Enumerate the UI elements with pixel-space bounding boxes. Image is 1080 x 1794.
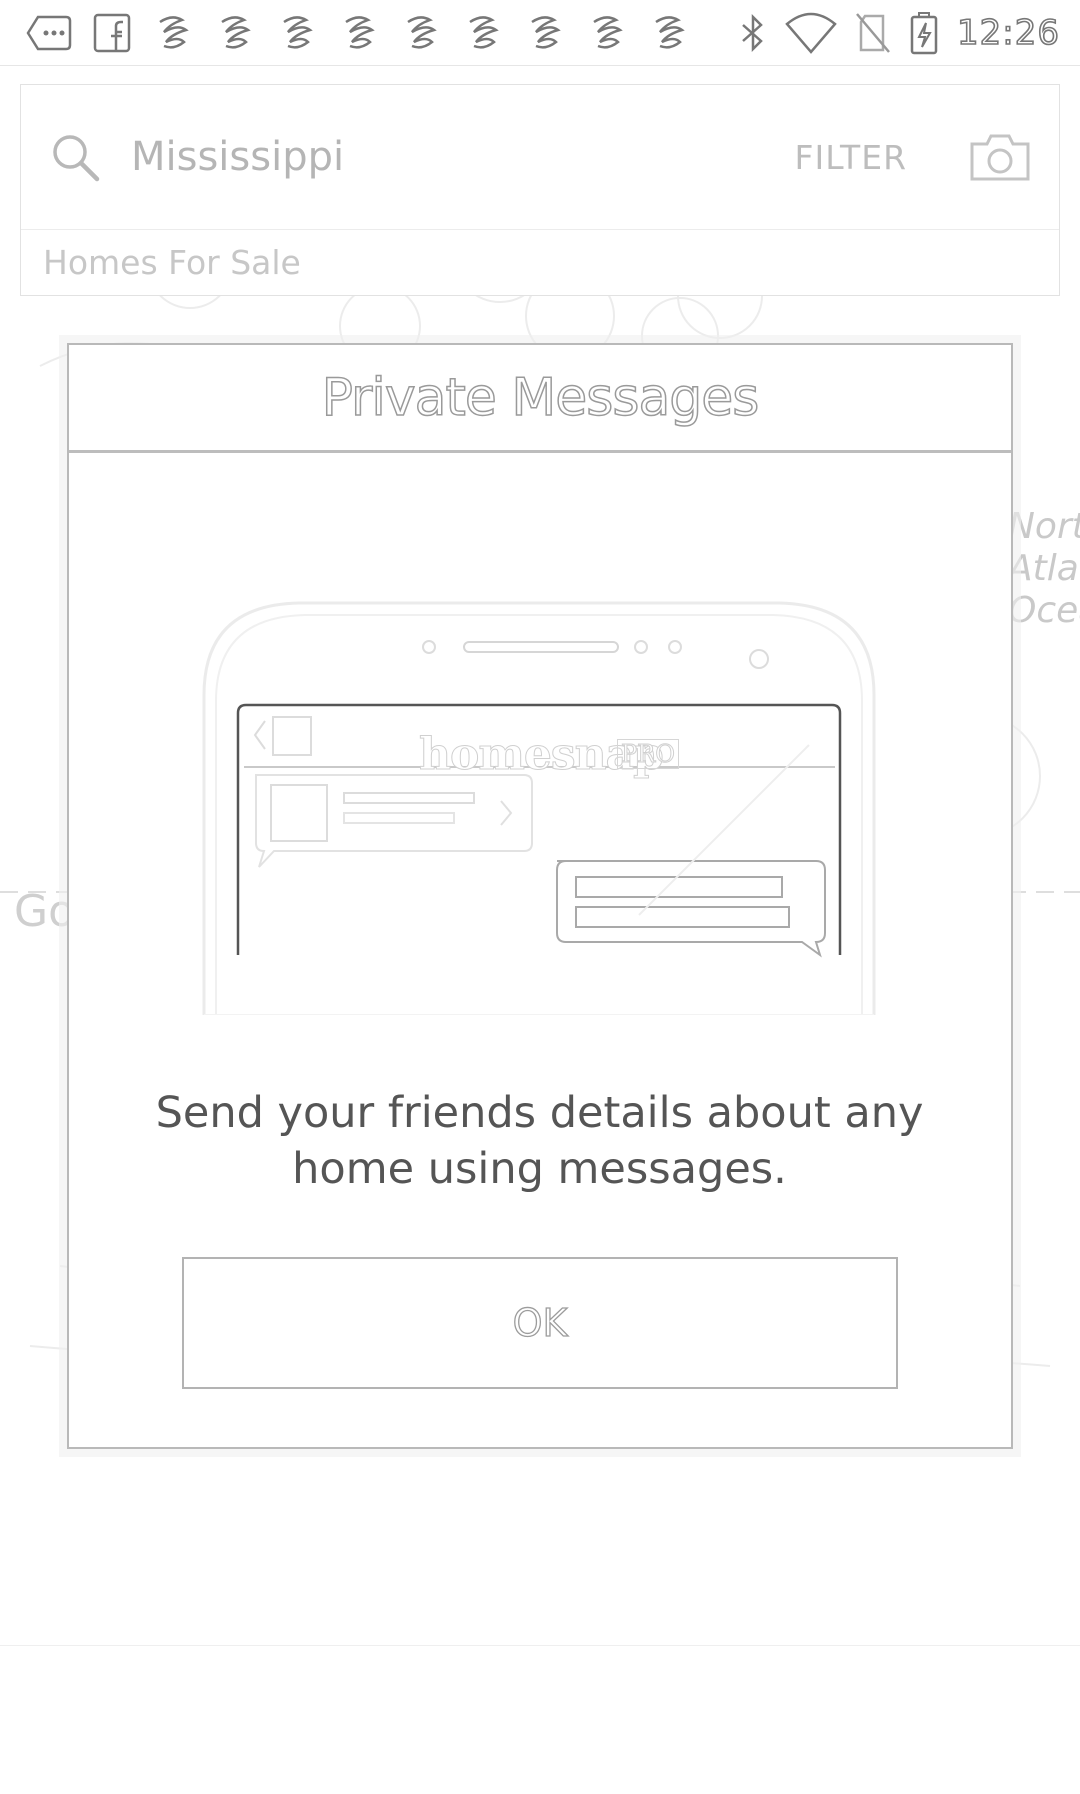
app-notification-icon: [338, 12, 380, 54]
search-card: Mississippi FILTER Homes For Sale: [20, 84, 1060, 296]
ocean-label-line: Ocea: [1008, 590, 1080, 631]
search-bar[interactable]: Mississippi FILTER: [21, 85, 1059, 230]
filter-button[interactable]: FILTER: [795, 138, 908, 177]
dialog-header: Private Messages: [69, 345, 1011, 453]
dialog-title: Private Messages: [321, 367, 760, 429]
dialog-message: Send your friends details about any home…: [155, 1088, 924, 1194]
battery-charging-icon: [909, 11, 939, 55]
phone-messages-illustration: [202, 601, 876, 1015]
ocean-label-line: Atlan: [1008, 548, 1080, 589]
divider: [0, 1645, 1080, 1646]
illustration-pro-badge: PRO: [617, 739, 679, 769]
app-notification-icon: [524, 12, 566, 54]
app-notification-icon: [276, 12, 318, 54]
app-notification-icon: [462, 12, 504, 54]
ok-button[interactable]: OK: [182, 1257, 898, 1389]
more-messages-icon: [22, 13, 72, 53]
bluetooth-icon: [739, 13, 767, 53]
private-messages-dialog: Private Messages homesnap PRO Send your …: [67, 343, 1013, 1449]
search-input[interactable]: Mississippi: [131, 134, 795, 180]
camera-icon[interactable]: [969, 132, 1031, 182]
facebook-icon: [92, 12, 132, 54]
listing-category[interactable]: Homes For Sale: [21, 230, 1059, 294]
google-logo: Go: [14, 886, 76, 937]
ocean-label-line: Nort: [1008, 506, 1080, 547]
status-bar: 12:26: [0, 0, 1080, 66]
app-notification-icon: [586, 12, 628, 54]
no-sim-icon: [855, 12, 891, 54]
app-notification-icon: [214, 12, 256, 54]
wifi-icon: [785, 12, 837, 54]
app-notification-icon: [648, 12, 690, 54]
clock: 12:26: [956, 12, 1060, 54]
app-notification-icon: [400, 12, 442, 54]
search-icon[interactable]: [49, 131, 101, 183]
app-notification-icon: [152, 12, 194, 54]
ocean-label: Nort Atlan Ocea: [1008, 506, 1080, 632]
